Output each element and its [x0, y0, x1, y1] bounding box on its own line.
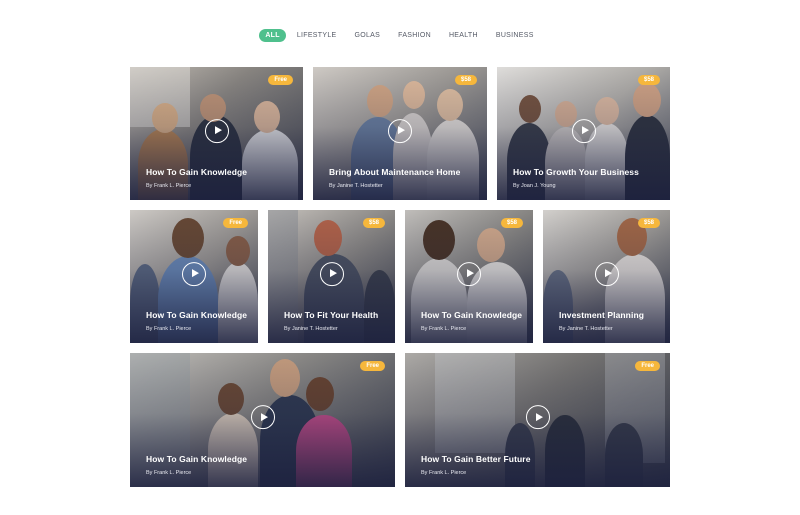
price-badge: Free — [635, 361, 660, 371]
course-card[interactable]: Free How To Gain Knowledge By Frank L. P… — [130, 353, 395, 487]
filter-business[interactable]: BUSINESS — [489, 29, 541, 42]
play-icon[interactable] — [594, 261, 619, 286]
course-title[interactable]: How To Gain Knowledge — [421, 310, 522, 320]
play-icon[interactable] — [204, 118, 229, 143]
play-icon[interactable] — [388, 118, 412, 143]
course-author: By Frank L. Pierce — [146, 326, 192, 332]
filter-golas[interactable]: GOLAS — [348, 29, 388, 42]
course-author: By Janine T. Hostetter — [284, 326, 338, 332]
filter-fashion[interactable]: FASHION — [391, 29, 438, 42]
course-card[interactable]: $58 How To Growth Your Business By Joan … — [497, 67, 670, 200]
filter-all[interactable]: ALL — [259, 29, 286, 42]
course-card[interactable]: $58 How To Fit Your Health By Janine T. … — [268, 210, 395, 343]
price-badge: $58 — [637, 218, 660, 228]
course-title[interactable]: How To Gain Knowledge — [146, 454, 247, 464]
play-icon[interactable] — [457, 261, 481, 286]
price-badge: $58 — [637, 75, 660, 85]
course-author: By Frank L. Pierce — [146, 183, 192, 189]
course-title[interactable]: Bring About Maintenance Home — [329, 167, 460, 177]
course-title[interactable]: How To Fit Your Health — [284, 310, 378, 320]
course-author: By Janine T. Hostetter — [559, 326, 613, 332]
play-icon[interactable] — [525, 405, 550, 430]
play-icon[interactable] — [182, 261, 206, 286]
price-badge: $58 — [500, 218, 523, 228]
course-author: By Janine T. Hostetter — [329, 183, 383, 189]
course-title[interactable]: How To Growth Your Business — [513, 167, 639, 177]
course-title[interactable]: How To Gain Better Future — [421, 454, 531, 464]
course-card[interactable]: $58 Bring About Maintenance Home By Jani… — [313, 67, 487, 200]
course-title[interactable]: How To Gain Knowledge — [146, 167, 247, 177]
price-badge: Free — [223, 218, 248, 228]
category-filter-bar: ALL LIFESTYLE GOLAS FASHION HEALTH BUSIN… — [0, 29, 800, 42]
course-title[interactable]: Investment Planning — [559, 310, 644, 320]
course-card[interactable]: $58 How To Gain Knowledge By Frank L. Pi… — [405, 210, 533, 343]
course-author: By Joan J. Young — [513, 183, 556, 189]
course-title[interactable]: How To Gain Knowledge — [146, 310, 247, 320]
course-author: By Frank L. Pierce — [421, 470, 467, 476]
course-card[interactable]: $58 Investment Planning By Janine T. Hos… — [543, 210, 670, 343]
play-icon[interactable] — [571, 118, 596, 143]
price-badge: Free — [360, 361, 385, 371]
price-badge: Free — [268, 75, 293, 85]
price-badge: $58 — [454, 75, 477, 85]
course-author: By Frank L. Pierce — [421, 326, 467, 332]
course-author: By Frank L. Pierce — [146, 470, 192, 476]
play-icon[interactable] — [319, 261, 344, 286]
course-card[interactable]: Free How To Gain Better Future By Frank … — [405, 353, 670, 487]
play-icon[interactable] — [250, 405, 275, 430]
filter-lifestyle[interactable]: LIFESTYLE — [290, 29, 344, 42]
filter-health[interactable]: HEALTH — [442, 29, 485, 42]
price-badge: $58 — [362, 218, 385, 228]
course-card[interactable]: Free How To Gain Knowledge By Frank L. P… — [130, 67, 303, 200]
course-card[interactable]: Free How To Gain Knowledge By Frank L. P… — [130, 210, 258, 343]
